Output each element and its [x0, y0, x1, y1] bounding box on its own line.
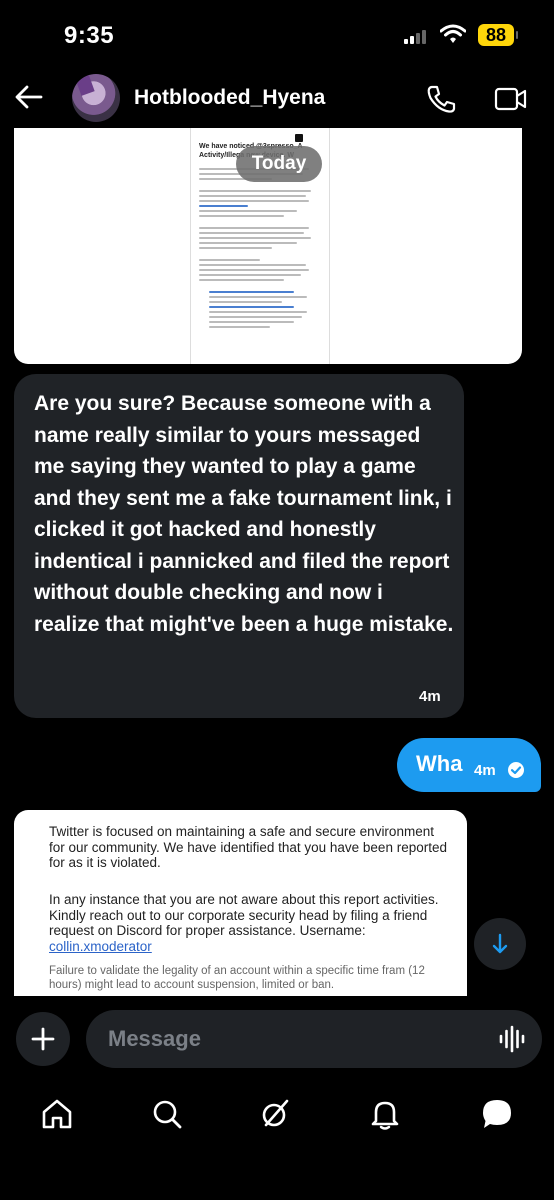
bell-icon[interactable]	[368, 1097, 402, 1131]
signal-icon	[404, 28, 430, 44]
back-arrow-icon[interactable]	[14, 84, 44, 110]
message-input[interactable]: Message	[86, 1010, 542, 1068]
plus-icon	[31, 1027, 55, 1051]
message-timestamp: 4m	[474, 762, 496, 779]
status-time: 9:35	[64, 22, 115, 49]
add-attachment-button[interactable]	[16, 1012, 70, 1066]
wifi-icon	[440, 24, 466, 43]
message-image-screenshot[interactable]: Twitter is focused on maintaining a safe…	[14, 810, 467, 996]
image-paragraph: Twitter is focused on maintaining a safe…	[49, 824, 447, 870]
avatar[interactable]	[72, 74, 120, 122]
image-paragraph: In any instance that you are not aware a…	[49, 892, 449, 954]
phone-icon[interactable]	[426, 84, 458, 114]
search-icon[interactable]	[150, 1097, 184, 1131]
received-message-text: Are you sure? Because someone with a nam…	[34, 392, 454, 636]
video-icon[interactable]	[494, 86, 528, 112]
image-paragraph-text: In any instance that you are not aware a…	[49, 892, 439, 938]
sent-message-text: Wha	[416, 751, 463, 776]
sent-check-icon	[508, 762, 524, 778]
message-timestamp: 4m	[419, 688, 441, 705]
conversation-username[interactable]: Hotblooded_Hyena	[134, 86, 325, 110]
x-logo-icon	[295, 134, 303, 142]
grok-icon[interactable]	[258, 1097, 292, 1131]
date-chip: Today	[236, 146, 322, 182]
voice-icon[interactable]	[498, 1024, 526, 1054]
chevron-down-icon	[492, 933, 508, 954]
image-paragraph: Failure to validate the legality of an a…	[49, 965, 425, 991]
battery-indicator: 88	[478, 24, 518, 46]
messages-icon[interactable]	[480, 1097, 514, 1131]
home-icon[interactable]	[40, 1097, 74, 1131]
discord-username-link: collin.xmoderator	[49, 938, 152, 954]
scroll-to-bottom-button[interactable]	[474, 918, 526, 970]
